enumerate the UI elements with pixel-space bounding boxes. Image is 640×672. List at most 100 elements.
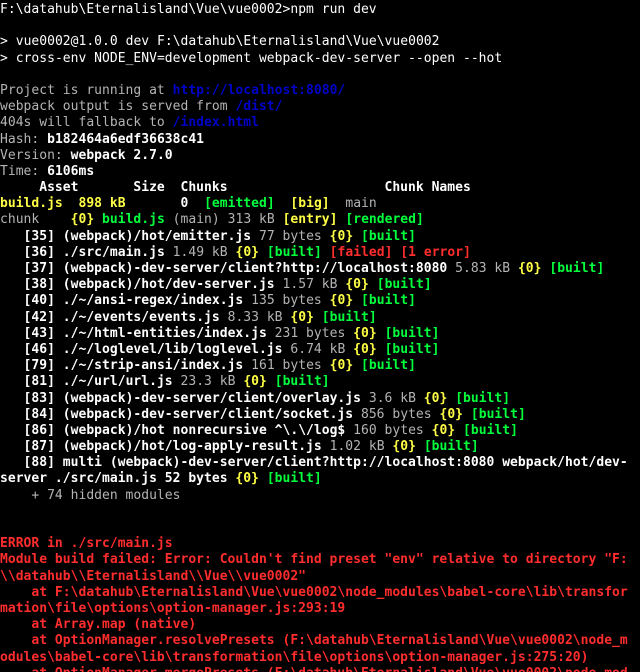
asset-emitted-flag: [emitted] xyxy=(204,196,275,212)
fallback-label: 404s will fallback to xyxy=(0,115,173,131)
error-line-text: at OptionManager.mergePresets (F:\datahu… xyxy=(0,666,628,672)
npm-script: dev xyxy=(125,34,150,50)
module-chunk: {0} xyxy=(345,277,369,293)
fallback-line: 404s will fallback to /index.html xyxy=(0,115,640,131)
chunk-id: {0} xyxy=(70,212,95,228)
module-row: [46] ./~/loglevel/lib/loglevel.js 6.74 k… xyxy=(0,342,640,358)
hash-value: b182464a6edf36638c41 xyxy=(47,131,205,147)
project-running-line: Project is running at http://localhost:8… xyxy=(0,83,640,99)
module-path: ./~/loglevel/lib/loglevel.js xyxy=(62,341,283,357)
module-path: (webpack)/hot/log-apply-result.js xyxy=(62,439,322,455)
module-flag: [built] xyxy=(266,244,322,260)
module-flag: [built] xyxy=(463,422,518,438)
project-url[interactable]: http://localhost:8080/ xyxy=(173,83,346,98)
npm-marker-2: > xyxy=(0,50,8,66)
prompt-command: npm run dev xyxy=(290,2,377,17)
module-chunk: {0} xyxy=(243,374,267,390)
module-list: [35] (webpack)/hot/emitter.js 77 bytes {… xyxy=(0,229,640,456)
module-row: [35] (webpack)/hot/emitter.js 77 bytes {… xyxy=(0,229,640,245)
module-id: [46] xyxy=(23,341,55,357)
module-size: 856 bytes xyxy=(360,406,432,422)
module-path: ./src/main.js xyxy=(62,244,165,260)
module-row: [36] ./src/main.js 1.49 kB {0} [built] [… xyxy=(0,245,640,261)
npm-script-line: > vue0002@1.0.0 dev F:\datahub\Eternalis… xyxy=(0,34,640,50)
asset-name: build.js xyxy=(0,196,63,212)
module-id: [36] xyxy=(23,244,55,260)
multi-module-id: [88] xyxy=(23,455,55,471)
multi-module-chunk: {0} xyxy=(235,471,259,487)
chunk-file: build.js xyxy=(102,212,165,228)
chunk-rendered-flag: [rendered] xyxy=(345,212,424,228)
module-row: [38] (webpack)/hot/dev-server.js 1.57 kB… xyxy=(0,277,640,293)
chunk-label: chunk xyxy=(0,212,40,228)
terminal-screen[interactable]: F:\datahub\Eternalisland\Vue\vue0002 > npm… xyxy=(0,2,640,672)
hidden-modules-text: + 74 hidden modules xyxy=(0,487,181,503)
hash-line: Hash: b182464a6edf36638c41 xyxy=(0,132,640,148)
module-id: [38] xyxy=(23,277,55,293)
module-chunk: {0} xyxy=(517,261,542,276)
time-line: Time: 6106ms xyxy=(0,164,640,180)
module-row: [83] (webpack)-dev-server/client/overlay… xyxy=(0,391,640,407)
module-id: [40] xyxy=(23,293,55,309)
module-flag: [built] xyxy=(361,293,416,309)
module-path: ./~/ansi-regex/index.js xyxy=(62,293,244,309)
module-flag: [built] xyxy=(384,325,440,341)
error-line: odules\babel-core\lib\transformation\fil… xyxy=(0,650,640,666)
chunk-summary-line: chunk {0} build.js (main) 313 kB [entry]… xyxy=(0,212,640,228)
module-path: ./~/html-entities/index.js xyxy=(62,325,267,341)
module-flag: [built] xyxy=(384,341,440,357)
error-line-text: Module build failed: Error: Couldn't fin… xyxy=(0,552,628,568)
module-flag: [built] xyxy=(361,228,416,244)
chunk-name: (main) xyxy=(172,212,220,228)
prompt-line: F:\datahub\Eternalisland\Vue\vue0002>npm… xyxy=(0,2,640,18)
output-served-label: webpack output is served from xyxy=(0,99,236,115)
module-id: [81] xyxy=(23,374,55,390)
module-size: 135 bytes xyxy=(251,293,322,309)
terminal-window[interactable]: F:\datahub\Eternalisland\Vue\vue0002 > npm… xyxy=(0,0,640,672)
module-chunk: {0} xyxy=(329,228,354,244)
module-flag: [built] xyxy=(549,261,605,276)
multi-module-text-2: server ./src/main.js 52 bytes xyxy=(0,471,236,487)
module-path: ./~/url/url.js xyxy=(62,374,173,390)
module-id: [37] xyxy=(23,261,55,276)
module-chunk: {0} xyxy=(290,309,314,325)
error-line-text: mation\file\options\option-manager.js:29… xyxy=(0,600,346,616)
npm-command-line: > cross-env NODE_ENV=development webpack… xyxy=(0,51,640,67)
prompt-path: F:\datahub\Eternalisland\Vue\vue0002 xyxy=(0,2,283,17)
npm-exec-command: cross-env NODE_ENV=development webpack-d… xyxy=(15,50,503,66)
module-id: [84] xyxy=(23,406,55,422)
asset-table-header: Asset Size Chunks Chunk Names xyxy=(0,180,640,196)
module-size: 160 bytes xyxy=(353,422,424,438)
npm-package: vue0002@1.0.0 xyxy=(15,34,118,50)
module-size: 3.6 kB xyxy=(368,390,416,406)
module-size: 77 bytes xyxy=(258,228,322,244)
asset-table-row: build.js 898 kB 0 [emitted] [big] main xyxy=(0,196,640,212)
asset-chunk-names: main xyxy=(345,196,377,212)
error-stack: Module build failed: Error: Couldn't fin… xyxy=(0,552,640,672)
output-served-line: webpack output is served from /dist/ xyxy=(0,99,640,115)
module-size: 23.3 kB xyxy=(180,374,236,390)
npm-cwd: F:\datahub\Eternalisland\Vue\vue0002 xyxy=(157,34,440,50)
module-row: [43] ./~/html-entities/index.js 231 byte… xyxy=(0,326,640,342)
module-path: (webpack)/hot/dev-server.js xyxy=(62,277,275,293)
module-flag: [built] xyxy=(423,439,479,455)
multi-module-text-1: multi (webpack)-dev-server/client?http:/… xyxy=(62,455,628,471)
module-row: [42] ./~/events/events.js 8.33 kB {0} [b… xyxy=(0,310,640,326)
module-flag: [1 error] xyxy=(400,244,471,260)
error-line: at Array.map (native) xyxy=(0,617,640,633)
error-heading: ERROR in ./src/main.js xyxy=(0,536,640,552)
module-id: [87] xyxy=(23,439,55,455)
error-line-text: at F:\datahub\Eternalisland\Vue\vue0002\… xyxy=(0,584,628,600)
error-line-text: odules\babel-core\lib\transformation\fil… xyxy=(0,649,589,665)
error-heading-text: ERROR in ./src/main.js xyxy=(0,536,173,552)
module-size: 6.74 kB xyxy=(290,341,346,357)
time-value: 6106ms xyxy=(47,163,95,179)
version-label: Version: xyxy=(0,147,71,163)
version-value: webpack 2.7.0 xyxy=(70,147,173,163)
module-id: [43] xyxy=(23,325,55,341)
module-id: [86] xyxy=(23,422,55,438)
module-row: [87] (webpack)/hot/log-apply-result.js 1… xyxy=(0,439,640,455)
